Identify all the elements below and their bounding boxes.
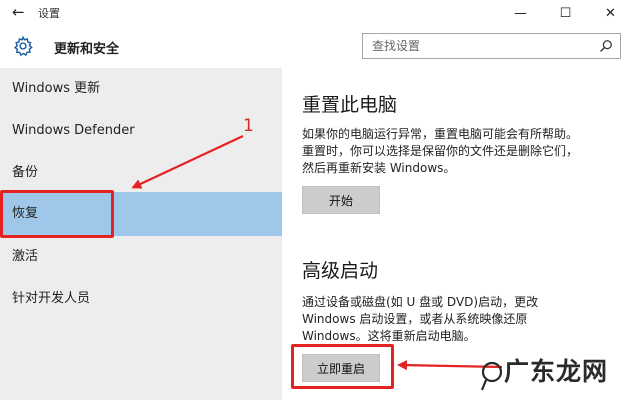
recovery-highlight-box — [0, 190, 114, 238]
advanced-desc-line: Windows 启动设置，或者从系统映像还原 — [302, 312, 528, 326]
advanced-startup-heading: 高级启动 — [302, 260, 379, 282]
reset-pc-heading: 重置此电脑 — [302, 94, 398, 116]
reset-desc-line: 如果你的电脑运行异常，重置电脑可能会有所帮助。 — [302, 127, 579, 141]
sidebar-item-developers[interactable]: 针对开发人员 — [0, 278, 282, 320]
window-controls: — ☐ ✕ — [498, 0, 633, 26]
advanced-desc-line: Windows。这将重新启动电脑。 — [302, 329, 476, 343]
reset-desc-line: 重置时，你可以选择是保留你的文件还是删除它们， — [302, 144, 579, 158]
watermark-text: 广东龙网 — [504, 357, 609, 386]
reset-desc-line: 然后再重新安装 Windows。 — [302, 161, 456, 175]
page-title: 更新和安全 — [54, 42, 120, 57]
sidebar-item-windows-defender[interactable]: Windows Defender — [0, 110, 282, 152]
maximize-button[interactable]: ☐ — [543, 0, 588, 26]
minimize-button[interactable]: — — [498, 0, 543, 26]
back-arrow-icon[interactable]: ← — [12, 3, 25, 21]
advanced-startup-description: 通过设备或磁盘(如 U 盘或 DVD)启动，更改 Windows 启动设置，或者… — [302, 294, 624, 345]
gear-icon — [14, 35, 33, 57]
search-input[interactable] — [363, 34, 593, 58]
close-button[interactable]: ✕ — [588, 0, 633, 26]
reset-pc-description: 如果你的电脑运行异常，重置电脑可能会有所帮助。 重置时，你可以选择是保留你的文件… — [302, 126, 624, 177]
search-box[interactable] — [362, 33, 621, 59]
search-icon[interactable] — [599, 39, 613, 53]
window-title: 设置 — [38, 7, 60, 20]
page-header: 更新和安全 — [0, 26, 633, 68]
restart-highlight-box — [291, 344, 394, 389]
advanced-desc-line: 通过设备或磁盘(如 U 盘或 DVD)启动，更改 — [302, 295, 539, 309]
sidebar-item-windows-update[interactable]: Windows 更新 — [0, 68, 282, 110]
sidebar-item-backup[interactable]: 备份 — [0, 152, 282, 194]
title-bar: ← 设置 — ☐ ✕ — [0, 0, 633, 26]
reset-start-button[interactable]: 开始 — [302, 186, 380, 214]
annotation-number: 1 — [243, 116, 254, 136]
sidebar-item-activation[interactable]: 激活 — [0, 236, 282, 278]
